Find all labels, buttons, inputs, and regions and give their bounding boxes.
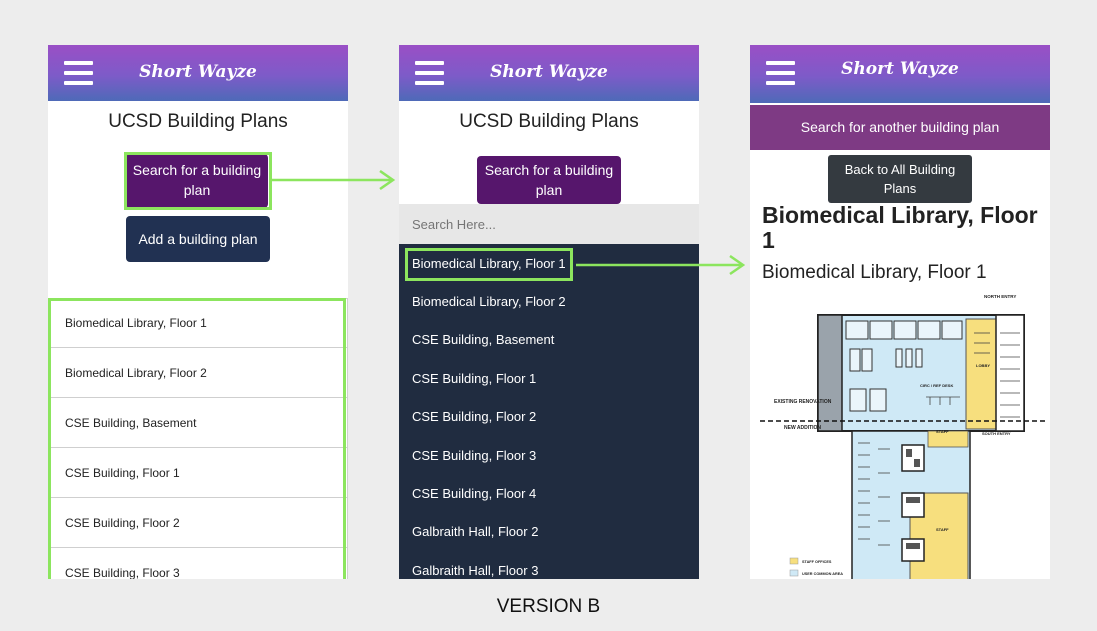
label-circ-desk: CIRC / REF DESK	[920, 383, 953, 388]
list-item[interactable]: Galbraith Hall, Floor 2	[399, 513, 699, 551]
plan-title: Biomedical Library, Floor 1	[762, 202, 1038, 253]
label-south-entry: SOUTH ENTRY	[982, 431, 1011, 436]
version-caption: VERSION B	[496, 596, 601, 617]
floor-plan-image: NORTH ENTRY LOBBY CIRC / REF DESK EXISTI…	[760, 294, 1046, 579]
label-staff-2: STAFF	[936, 527, 949, 532]
search-building-plan-button[interactable]: Search for a building plan	[477, 156, 621, 204]
app-header: Short Wayze	[399, 45, 699, 101]
list-item[interactable]: CSE Building, Floor 4	[399, 474, 699, 512]
app-header: Short Wayze	[48, 45, 348, 101]
add-building-plan-button[interactable]: Add a building plan	[126, 216, 270, 262]
label-staff-1: STAFF	[936, 429, 949, 434]
search-another-plan-button[interactable]: Search for another building plan	[750, 105, 1050, 150]
list-item[interactable]: CSE Building, Floor 1	[399, 359, 699, 397]
label-new-addition: NEW ADDITION	[784, 425, 821, 431]
label-lobby: LOBBY	[976, 363, 990, 368]
screen-home: Short Wayze UCSD Building Plans Search f…	[48, 45, 348, 579]
legend-staff-offices: STAFF OFFICES	[802, 560, 832, 564]
app-title: Short Wayze	[841, 59, 959, 79]
storyboard: Short Wayze UCSD Building Plans Search f…	[0, 0, 1097, 631]
list-item[interactable]: CSE Building, Basement	[399, 321, 699, 359]
list-item[interactable]: CSE Building, Floor 2	[399, 398, 699, 436]
list-item[interactable]: Biomedical Library, Floor 2	[399, 282, 699, 320]
app-title: Short Wayze	[139, 62, 257, 82]
label-north-entry: NORTH ENTRY	[984, 294, 1016, 299]
app-title: Short Wayze	[490, 62, 608, 82]
highlight-outline	[405, 248, 573, 281]
list-item[interactable]: Galbraith Hall, Floor 3	[399, 551, 699, 579]
legend-user-common: USER COMMON AREA	[802, 572, 843, 576]
screen-search: Short Wayze UCSD Building Plans Search f…	[399, 45, 699, 579]
list-item[interactable]: CSE Building, Floor 3	[399, 436, 699, 474]
screen-plan-detail: Short Wayze Search for another building …	[750, 45, 1050, 579]
highlight-outline	[124, 152, 272, 210]
page-title: UCSD Building Plans	[459, 111, 639, 132]
app-header: Short Wayze	[750, 45, 1050, 103]
search-results-list: Biomedical Library, Floor 1 Biomedical L…	[399, 244, 699, 579]
search-input[interactable]	[399, 204, 699, 244]
label-existing-renovation: EXISTING RENOVATION	[774, 399, 832, 405]
flow-arrow	[270, 170, 396, 191]
plan-subtitle: Biomedical Library, Floor 1	[762, 262, 987, 283]
page-title: UCSD Building Plans	[108, 111, 288, 132]
list-highlight-outline	[48, 298, 346, 579]
back-to-all-plans-button[interactable]: Back to All Building Plans	[828, 155, 972, 203]
flow-arrow	[576, 255, 746, 276]
